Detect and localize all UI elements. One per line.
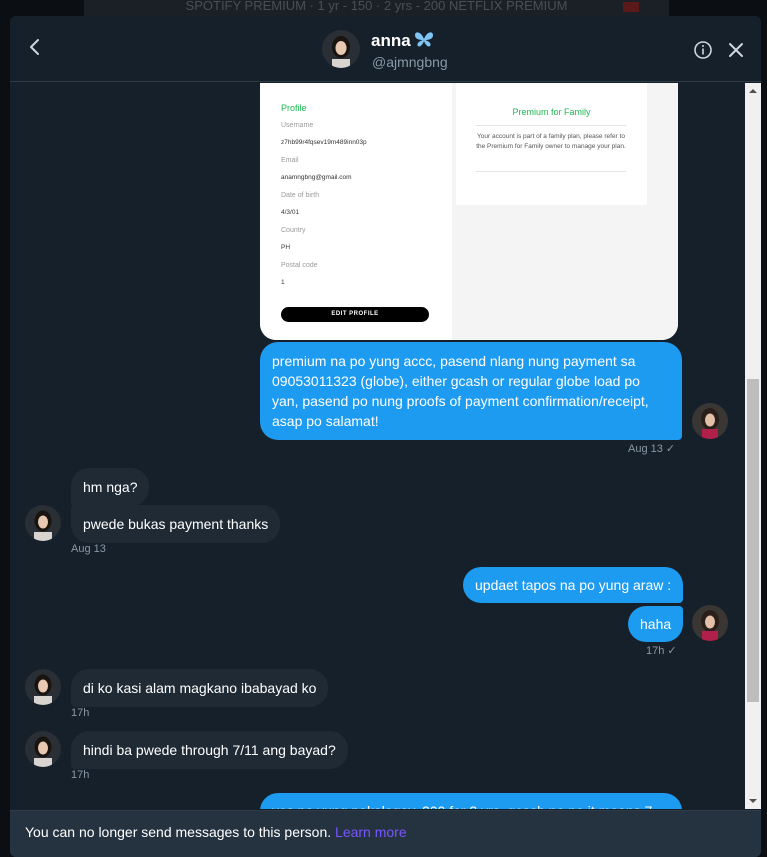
family-panel: Premium for Family Your account is part … <box>452 83 678 340</box>
message-list[interactable]: Profile Username z7hb99r4fqsev19m489inn0… <box>10 83 745 809</box>
contact-avatar[interactable] <box>25 731 61 767</box>
my-avatar[interactable] <box>692 605 728 641</box>
contact-avatar[interactable] <box>25 669 61 705</box>
background-strip-text: SPOTIFY PREMIUM · 1 yr - 150 · 2 yrs - 2… <box>185 0 568 13</box>
country-value: PH <box>281 244 291 251</box>
contact-avatar[interactable] <box>25 505 61 541</box>
edit-profile-button: EDIT PROFILE <box>281 307 429 322</box>
notice-text: You can no longer send messages to this … <box>25 824 332 840</box>
conversation-header: anna @ajmngbng <box>10 16 761 82</box>
message-bubble-outgoing[interactable]: haha <box>628 606 684 642</box>
conversation-footer: You can no longer send messages to this … <box>10 810 761 857</box>
dm-conversation-modal: anna @ajmngbng Profile Username z7hb99r4… <box>10 16 761 857</box>
butterfly-icon <box>414 30 434 53</box>
background-thumbnail <box>623 2 639 12</box>
message-bubble-incoming[interactable]: pwede bukas payment thanks <box>71 505 281 543</box>
divider <box>476 171 626 172</box>
postal-label: Postal code <box>281 262 318 269</box>
email-value: anamngbng@gmail.com <box>281 174 352 181</box>
message-bubble-outgoing[interactable]: yes po yung pakalagay, 200 for 2 yrs, gc… <box>260 793 682 809</box>
info-icon[interactable] <box>693 40 713 60</box>
message-bubble-incoming[interactable]: hm nga? <box>71 468 150 506</box>
message-bubble-outgoing[interactable]: updaet tapos na po yung araw : <box>463 567 684 603</box>
family-card: Premium for Family Your account is part … <box>456 83 647 205</box>
timestamp: 17h <box>71 707 90 719</box>
message-bubble-incoming[interactable]: di ko kasi alam magkano ibabayad ko <box>71 669 329 707</box>
family-text: Your account is part of a family plan, p… <box>476 133 626 150</box>
username-value: z7hb99r4fqsev19m489inn03p <box>281 139 367 146</box>
header-avatar[interactable] <box>322 30 360 68</box>
chat-scrollbar[interactable] <box>745 83 761 809</box>
divider <box>476 125 626 126</box>
scroll-down-arrow-icon[interactable] <box>745 793 761 809</box>
my-avatar[interactable] <box>692 403 728 439</box>
timestamp: 17h ✓ <box>646 645 677 657</box>
username-label: Username <box>281 122 314 129</box>
back-arrow-icon[interactable] <box>24 36 46 58</box>
message-bubble-outgoing[interactable]: premium na po yung accc, pasend nlang nu… <box>260 342 682 440</box>
scroll-up-arrow-icon[interactable] <box>745 83 761 99</box>
learn-more-link[interactable]: Learn more <box>335 824 407 840</box>
message-bubble-incoming[interactable]: hindi ba pwede through 7/11 ang bayad? <box>71 731 348 769</box>
timestamp: Aug 13 ✓ <box>628 443 676 455</box>
country-label: Country <box>281 227 306 234</box>
family-title: Premium for Family <box>512 107 591 117</box>
header-name[interactable]: anna <box>371 30 434 53</box>
dob-value: 4/3/01 <box>281 209 300 216</box>
background-page-strip: SPOTIFY PREMIUM · 1 yr - 150 · 2 yrs - 2… <box>84 0 669 16</box>
timestamp: 17h <box>71 769 90 781</box>
screenshot-image-message[interactable]: Profile Username z7hb99r4fqsev19m489inn0… <box>260 83 678 340</box>
timestamp: Aug 13 <box>71 543 106 555</box>
email-label: Email <box>281 157 299 164</box>
scrollbar-thumb[interactable] <box>747 379 759 702</box>
display-name: anna <box>371 31 411 50</box>
close-icon[interactable] <box>727 41 745 59</box>
header-handle: @ajmngbng <box>372 54 448 70</box>
dob-label: Date of birth <box>281 192 320 199</box>
profile-panel: Profile Username z7hb99r4fqsev19m489inn0… <box>260 83 452 340</box>
profile-title: Profile <box>281 103 307 113</box>
postal-value: 1 <box>281 279 285 286</box>
blocked-notice: You can no longer send messages to this … <box>25 824 407 840</box>
